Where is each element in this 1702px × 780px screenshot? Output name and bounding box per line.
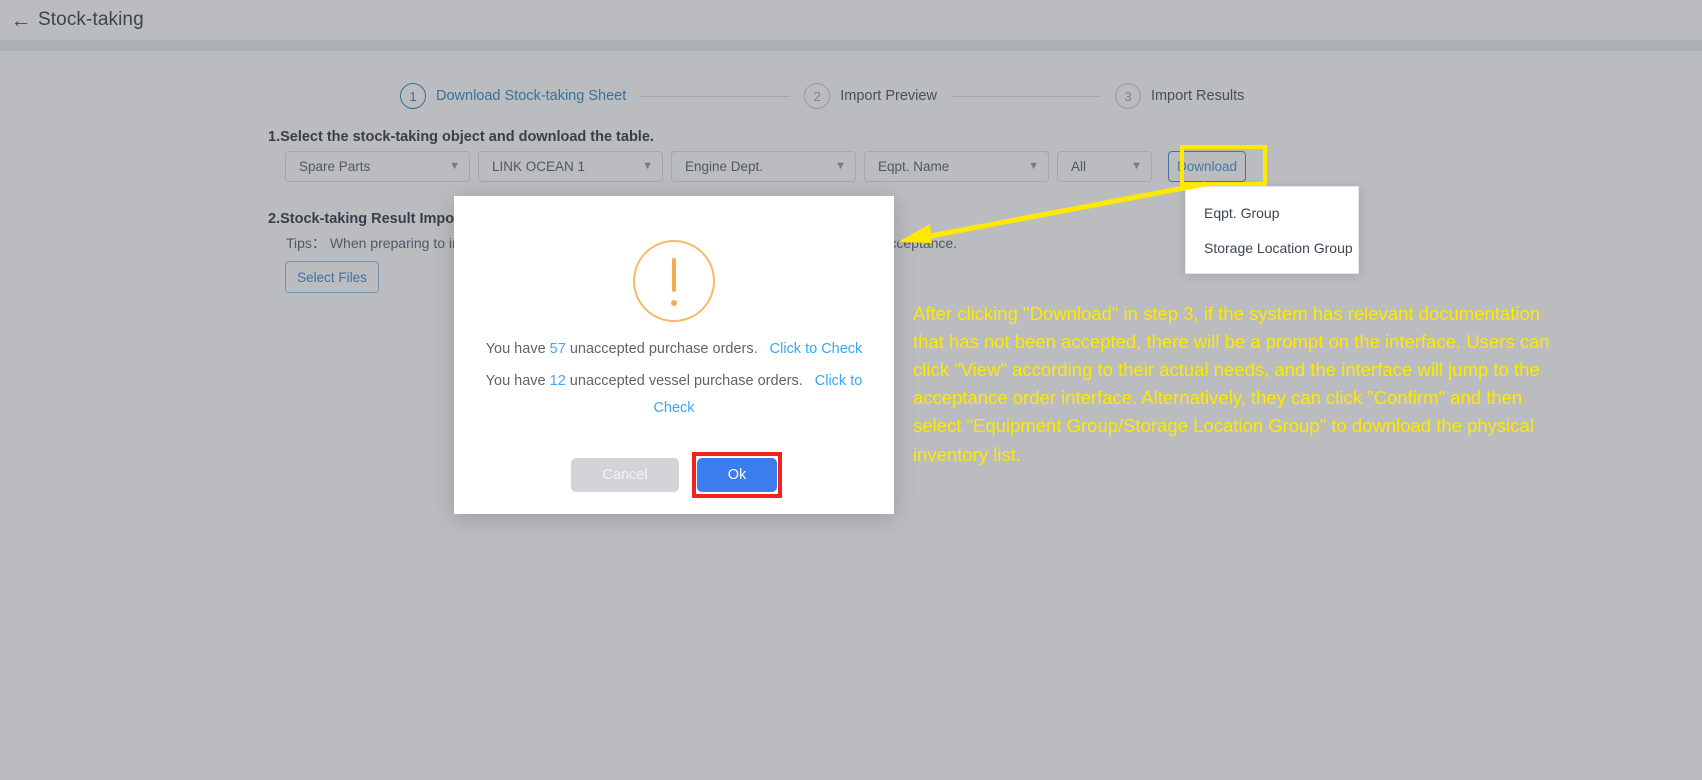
- dialog-line2-count: 12: [549, 372, 566, 389]
- dropdown-item-storage-location-group[interactable]: Storage Location Group: [1186, 230, 1358, 265]
- ok-button[interactable]: Ok: [697, 458, 777, 492]
- dialog-line1-prefix: You have: [485, 341, 550, 357]
- dialog-line1-count: 57: [549, 341, 566, 357]
- dialog-line1-check-link[interactable]: Click to Check: [770, 341, 863, 357]
- ok-button-wrapper: Ok: [692, 452, 782, 498]
- warning-bar: [672, 258, 676, 292]
- dialog-line-vessel-purchase-orders: You have 12 unaccepted vessel purchase o…: [476, 368, 872, 423]
- dialog-line-purchase-orders: You have 57 unaccepted purchase orders. C…: [476, 336, 872, 364]
- dialog-footer: Cancel Ok: [454, 452, 894, 498]
- cancel-button[interactable]: Cancel: [571, 458, 679, 492]
- unaccepted-orders-dialog: You have 57 unaccepted purchase orders. C…: [454, 196, 894, 514]
- warning-exclamation-icon: [633, 240, 715, 322]
- dialog-line2-suffix: unaccepted vessel purchase orders.: [565, 372, 803, 389]
- dropdown-item-eqpt-group[interactable]: Eqpt. Group: [1186, 195, 1358, 230]
- dialog-body: You have 57 unaccepted purchase orders. C…: [454, 336, 894, 427]
- dialog-line1-suffix: unaccepted purchase orders.: [565, 341, 758, 357]
- warning-dot: [671, 300, 677, 306]
- download-dropdown-menu: Eqpt. Group Storage Location Group: [1185, 186, 1359, 274]
- dialog-line2-prefix: You have: [485, 372, 550, 389]
